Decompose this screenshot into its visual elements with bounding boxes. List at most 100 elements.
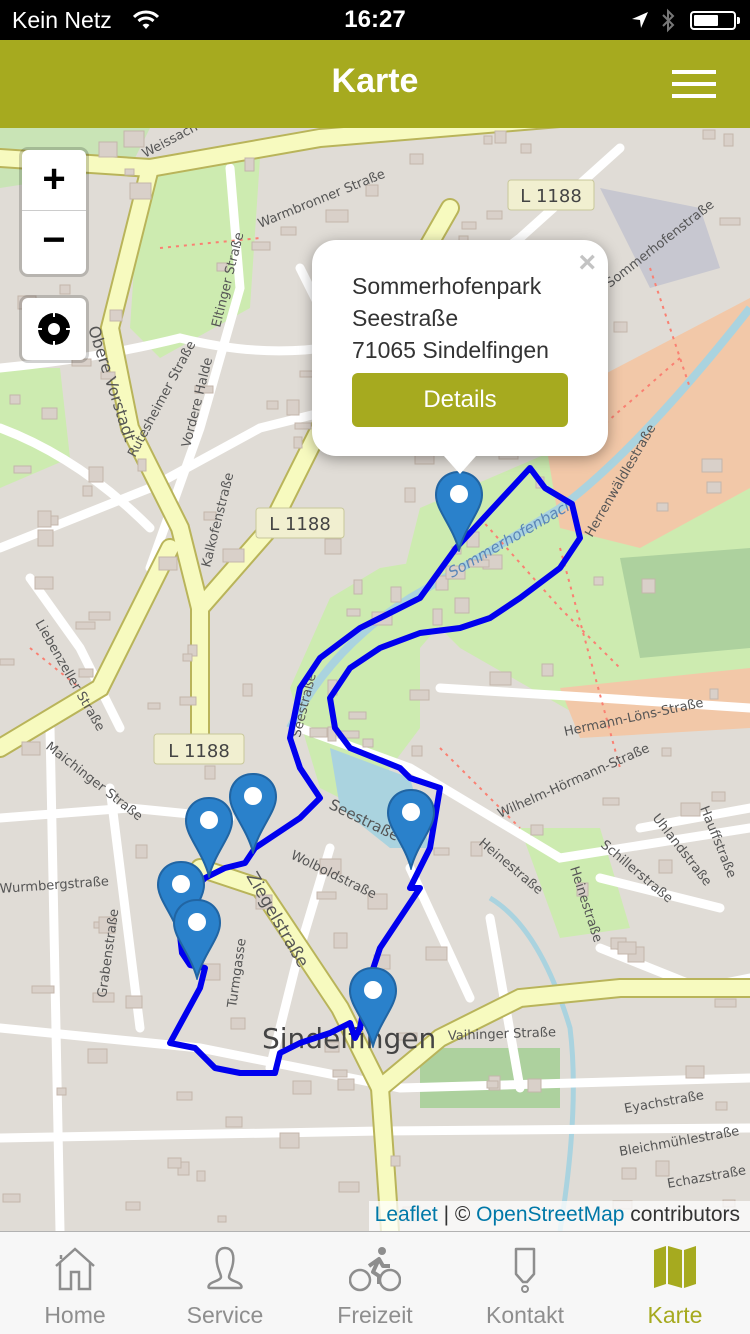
building xyxy=(613,321,628,333)
building xyxy=(78,668,94,678)
building xyxy=(88,466,104,483)
building xyxy=(158,556,178,571)
building xyxy=(34,576,54,590)
building xyxy=(109,309,123,322)
tab-freizeit[interactable]: Freizeit xyxy=(300,1232,450,1334)
building xyxy=(332,1069,348,1078)
locate-button[interactable] xyxy=(22,298,86,360)
location-marker[interactable] xyxy=(172,898,222,982)
home-icon xyxy=(55,1247,95,1291)
building xyxy=(714,998,737,1008)
building xyxy=(147,702,161,710)
building xyxy=(656,502,669,512)
building xyxy=(593,576,604,586)
location-marker[interactable] xyxy=(348,966,398,1050)
building xyxy=(222,548,245,563)
building xyxy=(176,1091,193,1101)
tab-label: Kontakt xyxy=(486,1302,564,1328)
building xyxy=(461,221,477,230)
building xyxy=(266,400,279,410)
map-view[interactable]: L 1188 L 1188 L 1188 Obere Vorstadt Warm… xyxy=(0,128,750,1231)
zoom-out-button[interactable]: − xyxy=(22,211,86,272)
building xyxy=(658,859,673,874)
road-label: L 1188 xyxy=(269,514,331,535)
building xyxy=(454,597,470,614)
crosshair-locate-icon xyxy=(35,310,73,348)
road-shield-l1188-c: L 1188 xyxy=(153,733,245,765)
building xyxy=(701,458,723,473)
building xyxy=(337,1078,355,1091)
tab-label: Service xyxy=(186,1302,264,1328)
tab-karte[interactable]: Karte xyxy=(600,1232,750,1334)
building xyxy=(71,358,92,367)
map-pin-icon xyxy=(386,788,436,872)
building xyxy=(251,241,271,251)
location-marker[interactable] xyxy=(434,470,484,554)
building xyxy=(9,394,21,405)
attribution-suffix: contributors xyxy=(624,1203,740,1226)
hamburger-menu-icon[interactable] xyxy=(672,70,716,98)
building xyxy=(292,1080,312,1095)
building xyxy=(621,1167,637,1180)
leaflet-link[interactable]: Leaflet xyxy=(375,1203,438,1226)
details-button[interactable]: Details xyxy=(352,373,568,427)
building xyxy=(309,727,328,738)
building xyxy=(333,932,348,949)
building xyxy=(98,141,118,158)
building xyxy=(409,689,430,701)
building xyxy=(715,1101,728,1111)
map-pin-icon xyxy=(172,898,222,982)
building xyxy=(411,745,423,757)
location-marker[interactable] xyxy=(228,772,278,856)
zoom-in-button[interactable]: + xyxy=(22,150,86,211)
tab-bar: Home Service Freizeit Kontakt Karte xyxy=(0,1231,750,1334)
building xyxy=(135,844,148,859)
building xyxy=(723,133,734,147)
road-shield-l1188-b: L 1188 xyxy=(255,507,345,539)
building xyxy=(685,1065,705,1079)
building xyxy=(167,1157,182,1169)
building xyxy=(661,747,672,757)
building xyxy=(244,157,255,172)
building xyxy=(230,1017,246,1030)
building xyxy=(486,210,503,220)
popup-city: 71065 Sindelfingen xyxy=(352,337,549,363)
map-icon xyxy=(654,1246,696,1288)
building xyxy=(0,658,15,666)
tab-kontakt[interactable]: Kontakt xyxy=(450,1232,600,1334)
tab-label: Home xyxy=(44,1302,106,1328)
building xyxy=(719,217,741,226)
building xyxy=(75,621,96,630)
building xyxy=(31,985,55,994)
location-popup: × Sommerhofenpark Seestraße 71065 Sindel… xyxy=(312,240,608,474)
map-pin-icon xyxy=(434,470,484,554)
tab-service[interactable]: Service xyxy=(150,1232,300,1334)
location-marker[interactable] xyxy=(386,788,436,872)
popup-close-button[interactable]: × xyxy=(578,248,596,278)
building xyxy=(279,1132,300,1149)
map-pin-icon xyxy=(228,772,278,856)
attribution-separator: | © xyxy=(437,1203,477,1226)
map-attribution: Leaflet | © OpenStreetMap contributors xyxy=(368,1201,750,1231)
bicycle-icon xyxy=(349,1247,401,1292)
road-label: L 1188 xyxy=(168,741,230,762)
tab-home[interactable]: Home xyxy=(0,1232,150,1334)
battery-icon xyxy=(690,11,740,30)
building xyxy=(489,671,512,686)
building xyxy=(294,422,312,430)
building xyxy=(37,529,54,547)
building xyxy=(433,847,450,856)
building xyxy=(280,226,297,236)
building xyxy=(338,1181,360,1193)
building xyxy=(123,130,145,148)
building xyxy=(56,1087,67,1096)
building xyxy=(125,1201,141,1211)
building xyxy=(204,765,216,780)
map-pin-icon xyxy=(348,966,398,1050)
building xyxy=(316,891,337,900)
building xyxy=(404,487,416,503)
osm-link[interactable]: OpenStreetMap xyxy=(476,1203,624,1226)
building xyxy=(702,129,716,140)
building xyxy=(2,1193,21,1203)
building xyxy=(390,1155,401,1167)
